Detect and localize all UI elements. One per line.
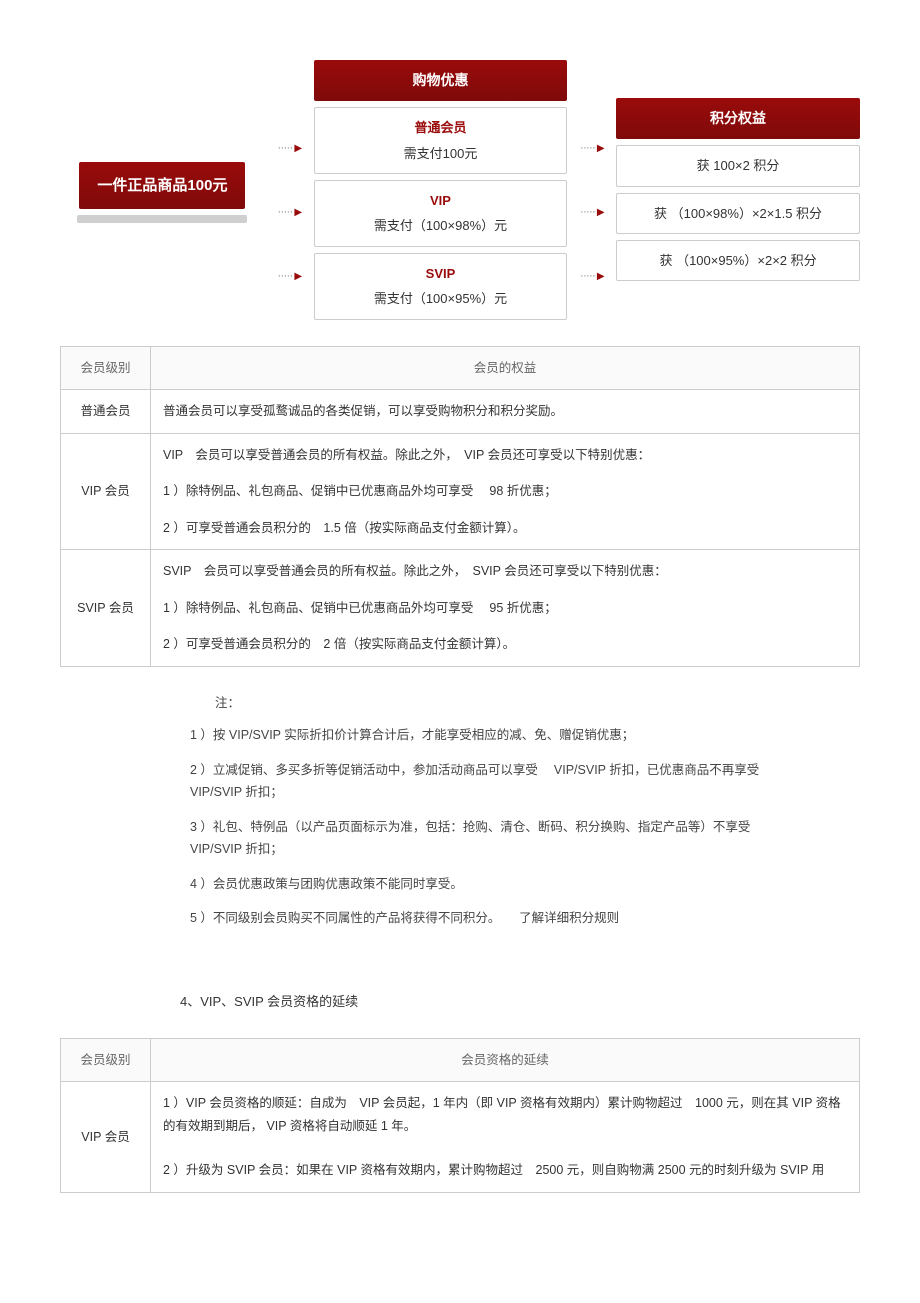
- tier-name: SVIP: [321, 262, 561, 285]
- points-header: 积分权益: [616, 98, 860, 139]
- notes-section: 注： 1 ）按 VIP/SVIP 实际折扣价计算合计后，才能享受相应的减、免、赠…: [60, 692, 860, 930]
- col-rights-header: 会员的权益: [151, 346, 860, 390]
- product-box-shadow: [77, 215, 247, 223]
- tier-pay: 需支付（100×98%）元: [321, 214, 561, 237]
- table-row: SVIP 会员 SVIP 会员可以享受普通会员的所有权益。除此之外， SVIP …: [61, 550, 860, 667]
- table-row: VIP 会员 VIP 会员可以享受普通会员的所有权益。除此之外， VIP 会员还…: [61, 433, 860, 550]
- product-price-box: 一件正品商品100元: [79, 162, 245, 209]
- points-column: 积分权益 获 100×2 积分 获 （100×98%）×2×1.5 积分 获 （…: [616, 98, 860, 287]
- renewal-table: 会员级别 会员资格的延续 VIP 会员 1 ）VIP 会员资格的顺延：自成为 V…: [60, 1038, 860, 1193]
- tier-box-svip: SVIP 需支付（100×95%）元: [314, 253, 568, 320]
- discount-column: 购物优惠 普通会员 需支付100元 VIP 需支付（100×98%）元 SVIP…: [314, 60, 568, 326]
- rights-cell: SVIP 会员可以享受普通会员的所有权益。除此之外， SVIP 会员还可享受以下…: [151, 550, 860, 667]
- document-page: 一件正品商品100元 购物优惠 普通会员 需支付100元 VIP 需支付（100…: [0, 0, 920, 1258]
- arrow-icon: [580, 137, 604, 159]
- arrow-icon: [277, 265, 301, 287]
- rights-line: 2 ）可享受普通会员积分的 1.5 倍（按实际商品支付金额计算）。: [163, 517, 847, 540]
- note-item: 2 ）立减促销、多买多折等促销活动中，参加活动商品可以享受 VIP/SVIP 折…: [190, 759, 760, 804]
- arrow-col-2: [567, 75, 616, 311]
- col-level-header: 会员级别: [61, 346, 151, 390]
- arrow-icon: [277, 201, 301, 223]
- col-level-header: 会员级别: [61, 1038, 151, 1082]
- rights-line: 1 ）除特例品、礼包商品、促销中已优惠商品外均可享受 98 折优惠；: [163, 480, 847, 503]
- arrow-icon: [580, 201, 604, 223]
- arrow-icon: [580, 265, 604, 287]
- benefits-diagram: 一件正品商品100元 购物优惠 普通会员 需支付100元 VIP 需支付（100…: [60, 60, 860, 326]
- renew-line: 2 ）升级为 SVIP 会员：如果在 VIP 资格有效期内，累计购物超过 250…: [163, 1159, 847, 1182]
- level-cell: 普通会员: [61, 390, 151, 434]
- col-renew-header: 会员资格的延续: [151, 1038, 860, 1082]
- tier-pay: 需支付（100×95%）元: [321, 287, 561, 310]
- rights-line: 普通会员可以享受孤鹜诚品的各类促销，可以享受购物积分和积分奖励。: [163, 400, 847, 423]
- diagram-left: 一件正品商品100元: [60, 162, 265, 223]
- table-row: 普通会员 普通会员可以享受孤鹜诚品的各类促销，可以享受购物积分和积分奖励。: [61, 390, 860, 434]
- points-box-svip: 获 （100×95%）×2×2 积分: [616, 240, 860, 281]
- level-cell: SVIP 会员: [61, 550, 151, 667]
- points-box-vip: 获 （100×98%）×2×1.5 积分: [616, 193, 860, 234]
- note-item: 5 ）不同级别会员购买不同属性的产品将获得不同积分。 了解详细积分规则: [190, 907, 760, 930]
- tier-name: 普通会员: [321, 116, 561, 139]
- section-4-title: 4、VIP、SVIP 会员资格的延续: [180, 990, 860, 1013]
- tier-box-regular: 普通会员 需支付100元: [314, 107, 568, 174]
- note-item: 3 ）礼包、特例品（以产品页面标示为准，包括：抢购、清仓、断码、积分换购、指定产…: [190, 816, 760, 861]
- level-cell: VIP 会员: [61, 1082, 151, 1193]
- level-cell: VIP 会员: [61, 433, 151, 550]
- benefits-table: 会员级别 会员的权益 普通会员 普通会员可以享受孤鹜诚品的各类促销，可以享受购物…: [60, 346, 860, 667]
- note-item: 1 ）按 VIP/SVIP 实际折扣价计算合计后，才能享受相应的减、免、赠促销优…: [190, 724, 760, 747]
- renew-cell: 1 ）VIP 会员资格的顺延：自成为 VIP 会员起，1 年内（即 VIP 资格…: [151, 1082, 860, 1193]
- notes-title: 注：: [190, 692, 760, 715]
- tier-pay: 需支付100元: [321, 142, 561, 165]
- tier-name: VIP: [321, 189, 561, 212]
- rights-line: 1 ）除特例品、礼包商品、促销中已优惠商品外均可享受 95 折优惠；: [163, 597, 847, 620]
- arrow-icon: [277, 137, 301, 159]
- note-item: 4 ）会员优惠政策与团购优惠政策不能同时享受。: [190, 873, 760, 896]
- tier-box-vip: VIP 需支付（100×98%）元: [314, 180, 568, 247]
- table-row: VIP 会员 1 ）VIP 会员资格的顺延：自成为 VIP 会员起，1 年内（即…: [61, 1082, 860, 1193]
- renew-line: 1 ）VIP 会员资格的顺延：自成为 VIP 会员起，1 年内（即 VIP 资格…: [163, 1092, 847, 1137]
- rights-line: 2 ）可享受普通会员积分的 2 倍（按实际商品支付金额计算）。: [163, 633, 847, 656]
- arrow-col-1: [265, 75, 314, 311]
- rights-line: VIP 会员可以享受普通会员的所有权益。除此之外， VIP 会员还可享受以下特别…: [163, 444, 847, 467]
- points-box-regular: 获 100×2 积分: [616, 145, 860, 186]
- rights-cell: 普通会员可以享受孤鹜诚品的各类促销，可以享受购物积分和积分奖励。: [151, 390, 860, 434]
- rights-line: SVIP 会员可以享受普通会员的所有权益。除此之外， SVIP 会员还可享受以下…: [163, 560, 847, 583]
- discount-header: 购物优惠: [314, 60, 568, 101]
- rights-cell: VIP 会员可以享受普通会员的所有权益。除此之外， VIP 会员还可享受以下特别…: [151, 433, 860, 550]
